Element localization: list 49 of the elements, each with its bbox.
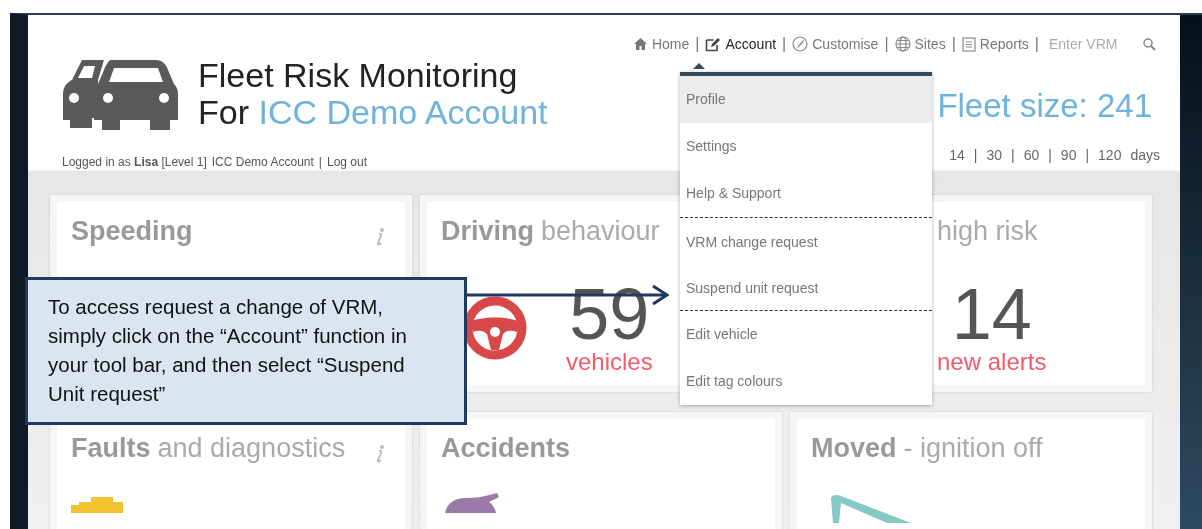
nav-link[interactable]: Customise bbox=[792, 36, 879, 52]
card-title: Accidents bbox=[441, 433, 571, 464]
menu-item[interactable]: Suspend unit request bbox=[680, 264, 932, 310]
app-title: Fleet Risk Monitoring bbox=[198, 57, 519, 94]
separator-text: | bbox=[782, 35, 787, 53]
period-link[interactable]: 60 bbox=[1023, 147, 1040, 163]
separator-text: | bbox=[695, 35, 700, 53]
card-title: Moved bbox=[811, 433, 897, 464]
fleet-size: Fleet size: 241 bbox=[937, 87, 1152, 125]
period-link[interactable]: 90 bbox=[1060, 147, 1077, 163]
menu-item[interactable]: Profile bbox=[680, 76, 932, 123]
card-title: Driving bbox=[441, 216, 534, 247]
period-link[interactable]: 120 bbox=[1098, 147, 1122, 163]
nav-link[interactable]: Reports bbox=[961, 36, 1029, 52]
separator-text: | bbox=[1011, 147, 1015, 163]
nav-link[interactable]: Account bbox=[705, 36, 777, 52]
separator-text: | bbox=[884, 35, 889, 53]
period-unit: days bbox=[1130, 147, 1160, 163]
logged-in-text: Logged in as Lisa [Level 1] bbox=[62, 155, 207, 169]
nav-link[interactable]: Sites bbox=[894, 36, 946, 52]
card-title: Faults bbox=[71, 433, 151, 464]
menu-item[interactable]: Help & Support bbox=[680, 170, 932, 217]
card-subtitle: high risk bbox=[937, 216, 1038, 247]
card-subtitle: - ignition off bbox=[903, 433, 1043, 464]
menu-item[interactable]: VRM change request bbox=[680, 218, 932, 264]
card-title: Speeding bbox=[71, 216, 193, 247]
stat-value: 14 bbox=[951, 281, 1032, 348]
separator-text: | bbox=[973, 147, 978, 163]
period-link[interactable]: 14 bbox=[949, 147, 965, 163]
nav-link[interactable]: Home bbox=[632, 36, 690, 52]
menu-item[interactable]: Edit vehicle bbox=[680, 311, 932, 358]
card-subtitle: behaviour bbox=[541, 216, 660, 247]
vrm-search-field[interactable]: Enter VRM bbox=[1045, 35, 1156, 53]
separator-text: | bbox=[1085, 147, 1090, 163]
menu-item[interactable]: Settings bbox=[680, 123, 932, 170]
separator-text: | bbox=[1034, 35, 1039, 53]
stat-unit: vehicles bbox=[566, 349, 653, 376]
separator-text: | bbox=[318, 155, 322, 169]
card-subtitle: and diagnostics bbox=[157, 433, 346, 464]
app-subtitle: For ICC Demo Account bbox=[198, 94, 548, 131]
menu-item[interactable]: Edit tag colours bbox=[680, 358, 932, 405]
stat-value: 59 bbox=[569, 281, 650, 348]
instruction-callout: To access request a change of VRM, simply click on the “Account” function in your tool bar, and then select “Suspend Unit request” bbox=[25, 277, 467, 425]
account-link[interactable]: ICC Demo Account bbox=[211, 155, 314, 169]
logout-link[interactable]: Log out bbox=[326, 155, 367, 169]
stat-unit: new alerts bbox=[937, 349, 1047, 376]
separator-text: | bbox=[1048, 147, 1052, 163]
period-link[interactable]: 30 bbox=[986, 147, 1002, 163]
separator-text: | bbox=[951, 35, 956, 53]
